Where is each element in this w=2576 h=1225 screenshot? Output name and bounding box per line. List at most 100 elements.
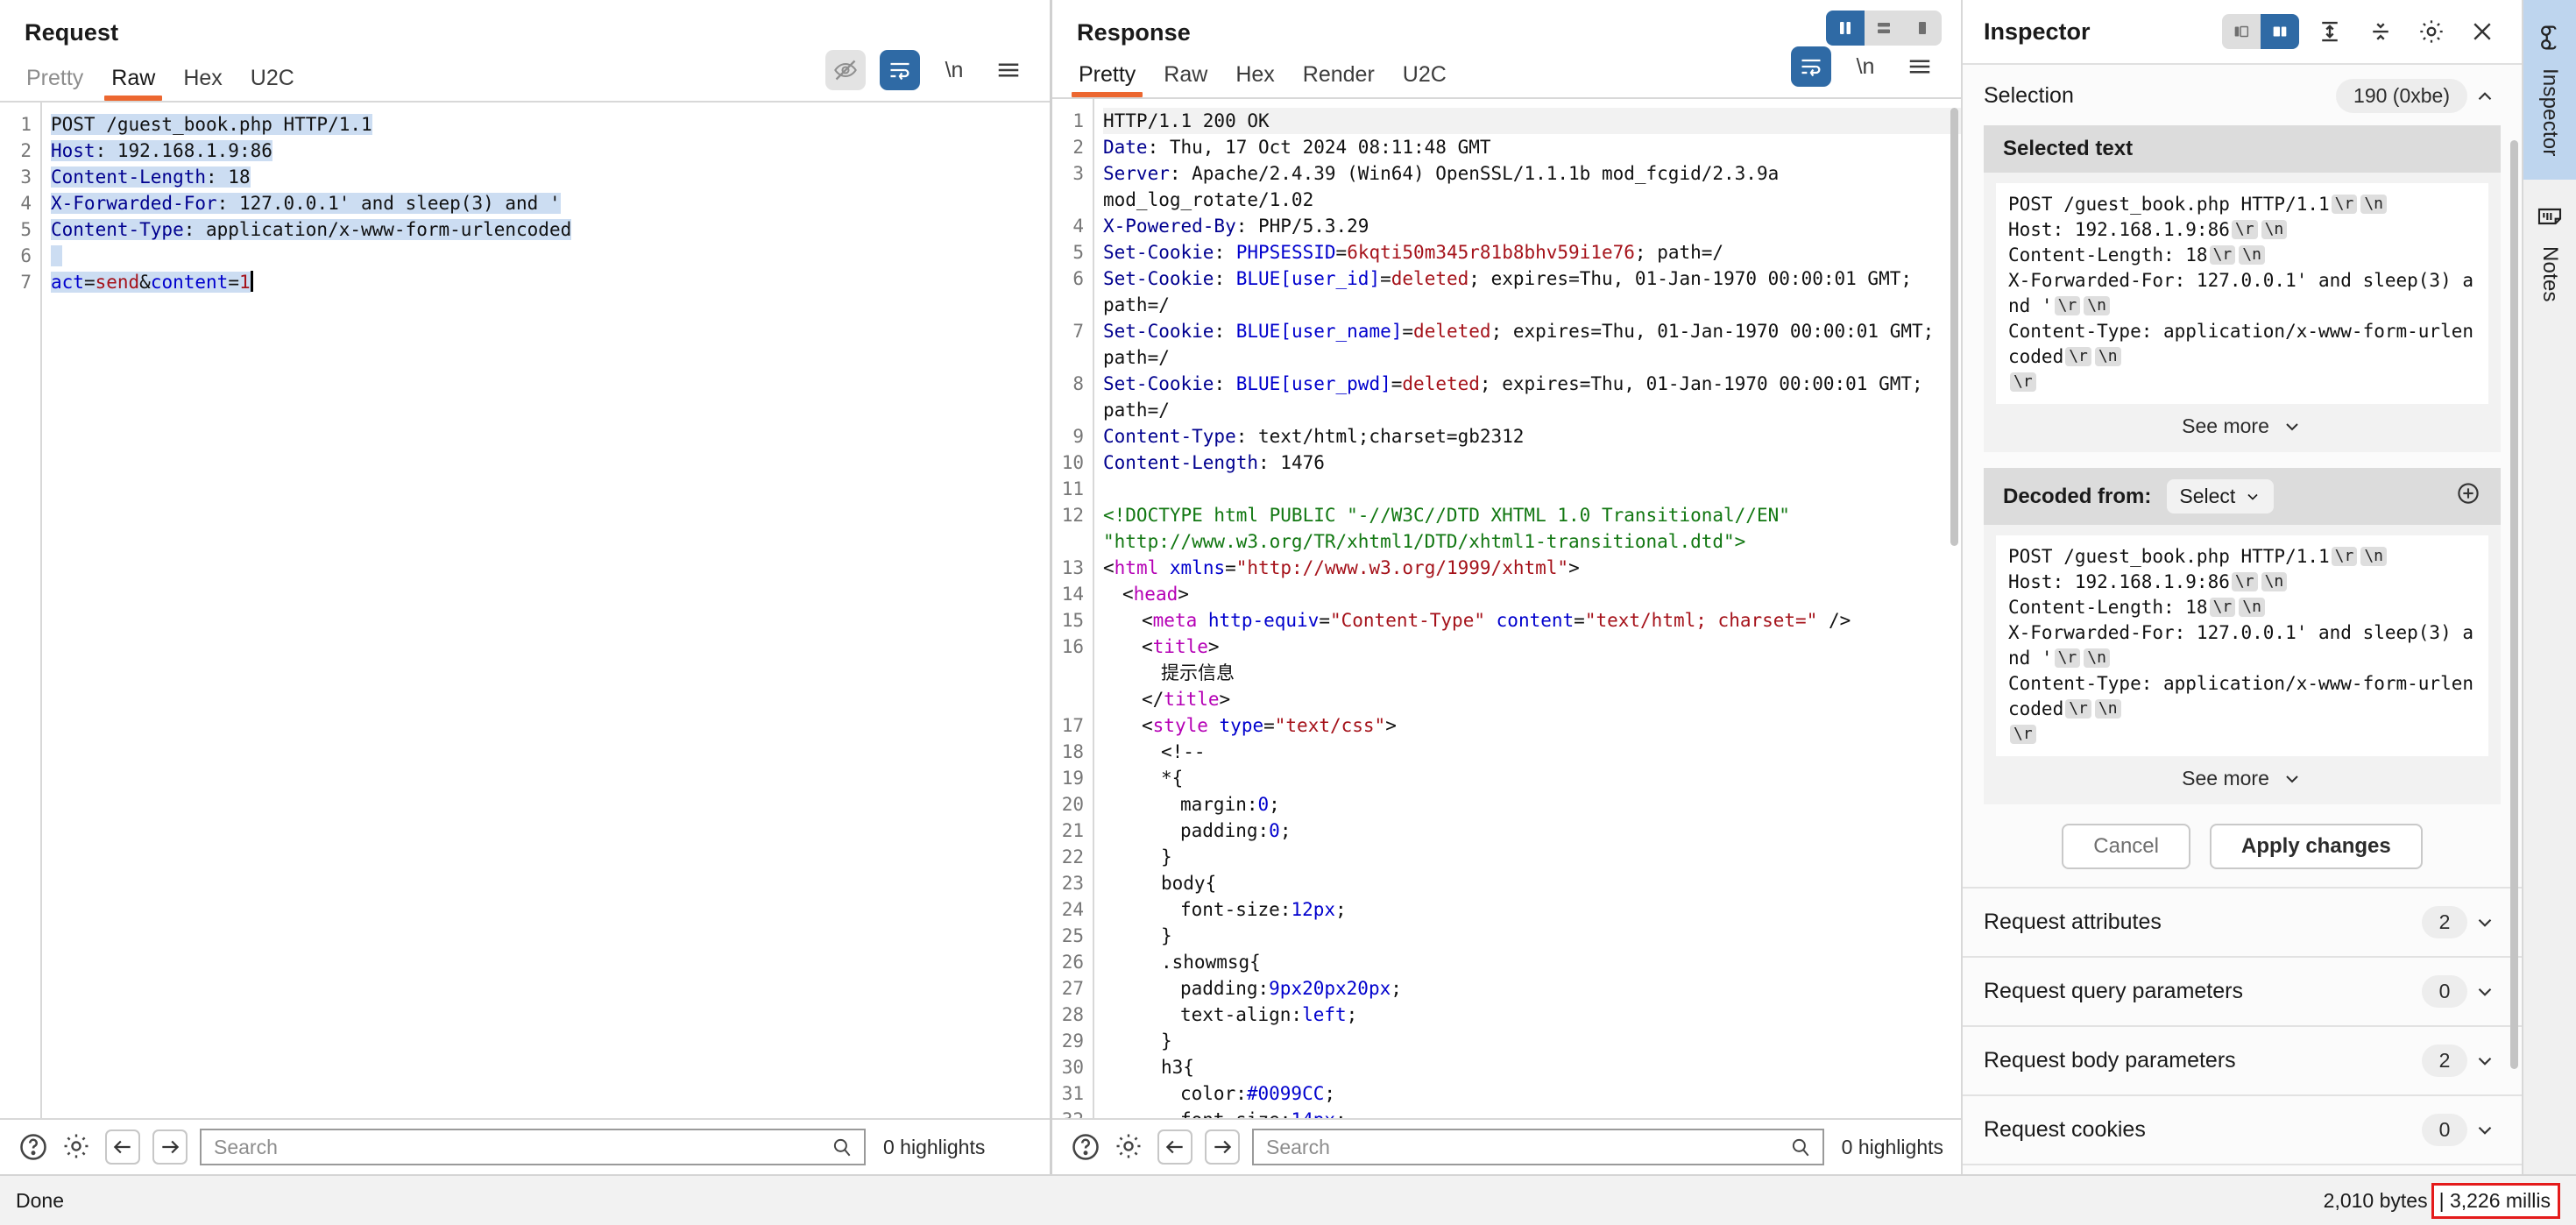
decoded-from-select[interactable]: Select — [2167, 479, 2275, 513]
line-number: 8 — [1072, 373, 1084, 395]
chevron-down-icon[interactable] — [2467, 1119, 2502, 1142]
text-caret — [250, 271, 253, 292]
tab-request-hex[interactable]: Hex — [169, 67, 236, 101]
selection-label: Selection — [1984, 83, 2074, 108]
line-number: 29 — [1061, 1030, 1084, 1052]
request-search-input[interactable] — [214, 1135, 831, 1159]
escaped-text-line: Content-Type: application/x-www-form-url… — [2008, 321, 2474, 367]
menu-icon[interactable] — [1900, 46, 1940, 87]
eye-off-icon[interactable] — [825, 50, 866, 90]
tab-request-u2c[interactable]: U2C — [237, 67, 308, 101]
response-panel: Response Pretty Raw Hex Render U2C \n 1 … — [1052, 0, 1961, 1174]
vertical-tab-inspector[interactable]: Inspector — [2523, 0, 2576, 180]
cancel-button[interactable]: Cancel — [2062, 824, 2190, 869]
tab-response-hex[interactable]: Hex — [1221, 64, 1288, 97]
expand-all-icon[interactable] — [2310, 11, 2350, 52]
selected-text-title: Selected text — [2003, 137, 2134, 160]
split-vertical-icon[interactable] — [1826, 11, 1865, 46]
newline-toggle-icon[interactable]: \n — [934, 50, 974, 90]
tab-request-pretty[interactable]: Pretty — [12, 67, 97, 101]
line-number: 1 — [20, 114, 32, 135]
gear-icon[interactable] — [2411, 11, 2452, 52]
gear-icon[interactable] — [61, 1131, 93, 1163]
tab-response-render[interactable]: Render — [1289, 64, 1389, 97]
gear-icon[interactable] — [1114, 1131, 1145, 1163]
help-icon[interactable] — [18, 1131, 49, 1163]
chevron-down-icon[interactable] — [2467, 1050, 2502, 1073]
request-editor[interactable]: 1 2 3 4 5 6 7 POST /guest_book.php HTTP/1.1 Hos… — [0, 103, 1050, 1118]
word-wrap-icon[interactable] — [880, 50, 920, 90]
chevron-down-icon[interactable] — [2467, 911, 2502, 934]
tab-response-raw[interactable]: Raw — [1150, 64, 1221, 97]
newline-label: \n — [1856, 53, 1875, 79]
selected-text-content[interactable]: POST /guest_book.php HTTP/1.1 \r \n Host: 1… — [1996, 183, 2488, 404]
response-editor[interactable]: 123.456.7.8.9101112.13141516171819202122… — [1052, 99, 1961, 1118]
word-wrap-icon[interactable] — [1791, 46, 1831, 88]
decoded-from-see-more[interactable]: See more — [1996, 756, 2488, 796]
line-number-continuation: . — [1052, 528, 1084, 555]
code-line: body{ — [1161, 873, 1217, 895]
response-search-input[interactable] — [1266, 1135, 1789, 1159]
section-count-badge: 2 — [2422, 1044, 2467, 1077]
line-number: 6 — [20, 245, 32, 266]
line-number: 6 — [1072, 268, 1084, 290]
single-pane-icon[interactable] — [1903, 11, 1942, 46]
inspector-section-request-body-parameters[interactable]: Request body parameters 2 — [1963, 1025, 2522, 1094]
note-document-icon — [2537, 208, 2562, 224]
inspector-section-request-headers[interactable]: Request headers4 — [1963, 1164, 2522, 1174]
code-line: Set-Cookie: PHPSESSID=6kqti50m345r81b8bh… — [1103, 242, 1724, 264]
help-icon[interactable] — [1070, 1131, 1101, 1163]
plus-circle-icon[interactable] — [2455, 480, 2481, 513]
request-line-numbers: 1 2 3 4 5 6 7 — [0, 103, 40, 1118]
vertical-tab-notes[interactable]: Notes — [2523, 180, 2576, 325]
line-number: 32 — [1052, 1107, 1084, 1118]
decoded-from-content[interactable]: POST /guest_book.php HTTP/1.1 \r \n Host: 1… — [1996, 535, 2488, 756]
escape-char-chip: \r — [2054, 648, 2081, 668]
chevron-down-icon[interactable] — [2467, 981, 2502, 1003]
request-search-field[interactable] — [200, 1129, 866, 1165]
close-icon[interactable] — [2462, 11, 2502, 52]
search-next-button[interactable] — [1205, 1129, 1240, 1165]
menu-icon[interactable] — [988, 50, 1029, 90]
chevron-up-icon[interactable] — [2467, 85, 2502, 108]
newline-toggle-icon[interactable]: \n — [1845, 46, 1886, 87]
escape-char-chip: \n — [2261, 572, 2288, 591]
inspector-scrollbar[interactable] — [2510, 140, 2518, 1069]
request-code-content[interactable]: POST /guest_book.php HTTP/1.1 Host: 192.1… — [40, 103, 1050, 1118]
section-label: Request cookies — [1984, 1117, 2146, 1142]
selected-text-see-more[interactable]: See more — [1996, 404, 2488, 443]
search-prev-button[interactable] — [105, 1129, 140, 1165]
search-next-button[interactable] — [152, 1129, 188, 1165]
response-code-content[interactable]: HTTP/1.1 200 OK Date: Thu, 17 Oct 2024 08… — [1093, 99, 1961, 1118]
escape-char-chip: \r — [2054, 296, 2081, 315]
panel-left-icon[interactable] — [2222, 14, 2261, 49]
response-scrollbar[interactable] — [1950, 108, 1958, 547]
line-number: 30 — [1061, 1057, 1084, 1079]
code-line: Content-Type: text/html;charset=gb2312 — [1103, 426, 1525, 448]
escaped-text-line: Host: 192.168.1.9:86 \r \n — [2008, 570, 2476, 595]
code-line: Host: 192.168.1.9:86 — [51, 140, 272, 161]
selection-row[interactable]: Selection 190 (0xbe) — [1963, 65, 2522, 125]
tab-response-u2c[interactable]: U2C — [1389, 64, 1461, 97]
split-horizontal-icon[interactable] — [1865, 11, 1903, 46]
escape-char-chip: \r — [2065, 347, 2091, 366]
panel-right-icon[interactable] — [2261, 14, 2299, 49]
inspector-section-request-query-parameters[interactable]: Request query parameters 0 — [1963, 956, 2522, 1025]
search-prev-button[interactable] — [1157, 1129, 1192, 1165]
tab-request-raw[interactable]: Raw — [97, 67, 169, 101]
code-line: font-size:14px; — [1103, 1107, 1961, 1118]
escape-char-chip: \n — [2094, 699, 2121, 719]
glasses-icon — [2541, 25, 2557, 50]
chevron-down-icon — [2286, 422, 2298, 430]
right-vertical-tab-strip: Inspector Notes — [2522, 0, 2576, 1174]
inspector-section-request-attributes[interactable]: Request attributes 2 — [1963, 887, 2522, 956]
tab-response-pretty[interactable]: Pretty — [1065, 64, 1150, 98]
escape-char-chip: \n — [2084, 296, 2110, 315]
apply-changes-button[interactable]: Apply changes — [2210, 824, 2423, 869]
section-count-badge: 0 — [2422, 975, 2467, 1008]
collapse-all-icon[interactable] — [2360, 11, 2401, 52]
response-search-field[interactable] — [1252, 1129, 1824, 1165]
vertical-tab-notes-label: Notes — [2538, 245, 2562, 302]
inspector-section-request-cookies[interactable]: Request cookies 0 — [1963, 1094, 2522, 1164]
request-highlight-count: 0 highlights — [883, 1135, 986, 1158]
